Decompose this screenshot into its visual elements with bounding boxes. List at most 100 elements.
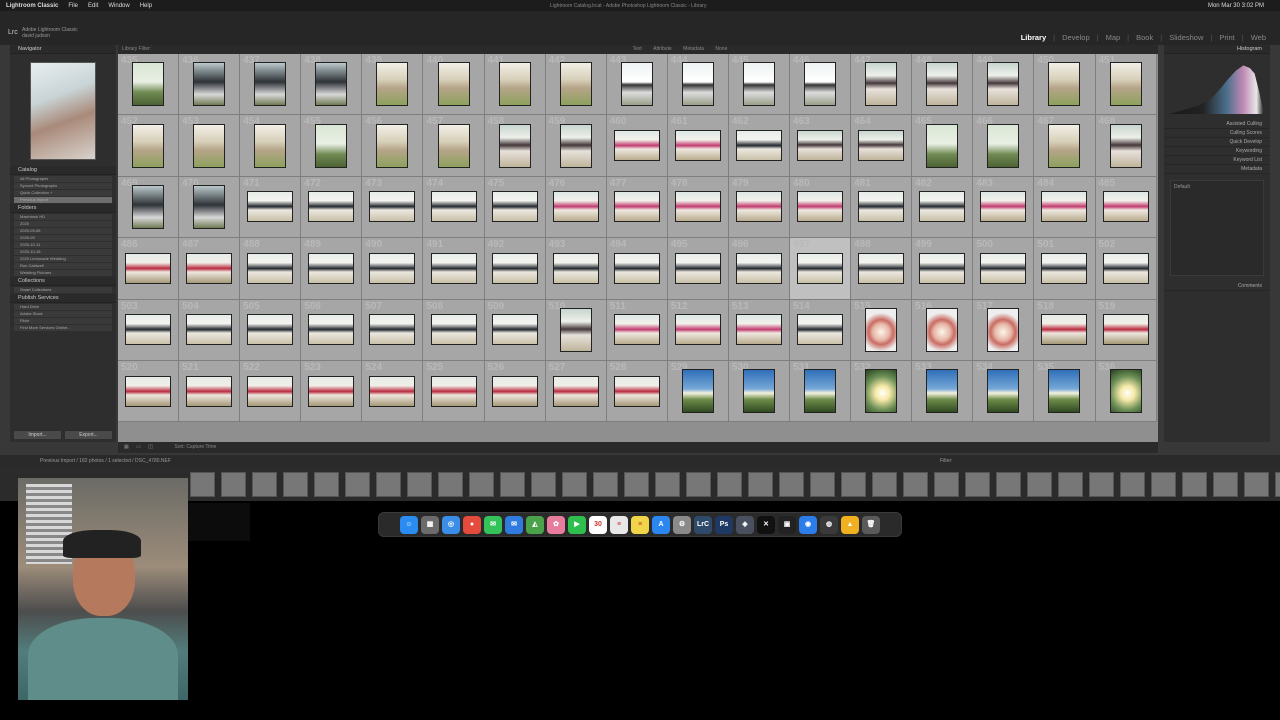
photo-thumbnail[interactable] xyxy=(620,62,653,107)
grid-cell[interactable]: 525 xyxy=(423,360,485,423)
photo-thumbnail[interactable] xyxy=(186,252,233,284)
photo-thumbnail[interactable] xyxy=(430,314,477,346)
photo-thumbnail[interactable] xyxy=(613,314,660,346)
photo-thumbnail[interactable] xyxy=(430,252,477,284)
module-library[interactable]: Library xyxy=(1019,33,1048,42)
photo-thumbnail[interactable] xyxy=(369,191,416,223)
publish-service-item[interactable]: Flickr xyxy=(14,318,112,324)
module-print[interactable]: Print xyxy=(1217,33,1236,42)
photo-thumbnail[interactable] xyxy=(559,62,592,107)
photo-thumbnail[interactable] xyxy=(125,375,172,407)
grid-cell[interactable]: 459 xyxy=(545,115,607,177)
module-map[interactable]: Map xyxy=(1104,33,1123,42)
photo-thumbnail[interactable] xyxy=(1041,314,1088,346)
photo-thumbnail[interactable] xyxy=(315,123,348,168)
grid-cell[interactable]: 484 xyxy=(1034,176,1096,239)
grid-cell[interactable]: 443 xyxy=(606,54,668,116)
publish-services-header[interactable]: Publish Services xyxy=(10,294,116,303)
grid-cell[interactable]: 507 xyxy=(362,299,424,361)
photo-thumbnail[interactable] xyxy=(1048,62,1081,107)
grid-cell[interactable]: 482 xyxy=(912,176,974,239)
photo-thumbnail[interactable] xyxy=(369,314,416,346)
folder-item[interactable]: 2025-09-06 xyxy=(14,228,112,234)
dock-store-icon[interactable]: ▲ xyxy=(841,515,859,534)
grid-cell[interactable]: 518 xyxy=(1034,299,1096,361)
photo-thumbnail[interactable] xyxy=(674,191,721,223)
grid-cell[interactable]: 533 xyxy=(912,360,974,423)
photo-thumbnail[interactable] xyxy=(1102,314,1149,346)
photo-thumbnail[interactable] xyxy=(559,123,592,168)
grid-cell[interactable]: 467 xyxy=(1034,115,1096,177)
photo-thumbnail[interactable] xyxy=(254,123,287,168)
grid-cell[interactable]: 477 xyxy=(606,176,668,239)
grid-cell[interactable]: 494 xyxy=(606,238,668,300)
photo-thumbnail[interactable] xyxy=(430,375,477,407)
grid-cell[interactable]: 528 xyxy=(606,360,668,423)
menubar-help[interactable]: Help xyxy=(140,3,152,9)
photo-thumbnail[interactable] xyxy=(193,184,226,229)
photo-thumbnail[interactable] xyxy=(498,62,531,107)
grid-cell[interactable]: 480 xyxy=(790,176,852,239)
filmstrip-thumbnail[interactable] xyxy=(314,471,339,497)
photo-thumbnail[interactable] xyxy=(858,252,905,284)
grid-cell[interactable]: 473 xyxy=(362,176,424,239)
grid-cell[interactable]: 513 xyxy=(728,299,791,361)
photo-thumbnail[interactable] xyxy=(430,191,477,223)
grid-cell[interactable]: 497 xyxy=(790,238,852,300)
photo-thumbnail[interactable] xyxy=(369,252,416,284)
grid-cell[interactable]: 519 xyxy=(1095,299,1157,361)
photo-thumbnail[interactable] xyxy=(919,252,966,284)
grid-cell[interactable]: 437 xyxy=(240,54,302,116)
grid-cell[interactable]: 517 xyxy=(973,299,1035,361)
photo-thumbnail[interactable] xyxy=(308,191,355,223)
filmstrip-thumbnail[interactable] xyxy=(562,471,587,497)
photo-thumbnail[interactable] xyxy=(308,375,355,407)
menubar-edit[interactable]: Edit xyxy=(88,3,98,9)
grid-cell[interactable]: 454 xyxy=(240,115,302,177)
photo-thumbnail[interactable] xyxy=(247,191,294,223)
metadata-row[interactable]: Metadata xyxy=(1164,165,1270,174)
photo-thumbnail[interactable] xyxy=(987,62,1020,107)
grid-cell[interactable]: 503 xyxy=(118,299,180,361)
grid-cell[interactable]: 449 xyxy=(973,54,1035,116)
grid-cell[interactable]: 535 xyxy=(1034,360,1096,423)
photo-thumbnail[interactable] xyxy=(1102,191,1149,223)
dock-system-settings-icon[interactable]: ⚙ xyxy=(673,515,691,534)
photo-thumbnail[interactable] xyxy=(681,62,714,107)
grid-cell[interactable]: 510 xyxy=(545,299,607,361)
filmstrip-thumbnail[interactable] xyxy=(1120,471,1145,497)
dock-safari-icon[interactable]: ◎ xyxy=(442,515,460,534)
catalog-item[interactable]: All Photographs xyxy=(14,176,112,182)
grid-cell[interactable]: 483 xyxy=(973,176,1035,239)
grid-cell[interactable]: 485 xyxy=(1095,176,1157,239)
grid-cell[interactable]: 495 xyxy=(667,238,729,300)
grid-cell[interactable]: 498 xyxy=(851,238,913,300)
photo-thumbnail[interactable] xyxy=(804,369,837,414)
grid-cell[interactable]: 486 xyxy=(118,238,180,300)
filmstrip-thumbnail[interactable] xyxy=(469,471,494,497)
photo-thumbnail[interactable] xyxy=(125,314,172,346)
filmstrip-thumbnail[interactable] xyxy=(965,471,990,497)
photo-thumbnail[interactable] xyxy=(613,375,660,407)
grid-cell[interactable]: 472 xyxy=(301,176,363,239)
photo-thumbnail[interactable] xyxy=(926,307,959,352)
grid-cell[interactable]: 512 xyxy=(667,299,729,361)
photo-thumbnail[interactable] xyxy=(491,252,538,284)
grid-cell[interactable]: 532 xyxy=(851,360,913,423)
filter-text[interactable]: Text xyxy=(633,46,642,52)
grid-cell[interactable]: 522 xyxy=(240,360,302,423)
grid-cell[interactable]: 501 xyxy=(1034,238,1096,300)
filmstrip-thumbnail[interactable] xyxy=(686,471,711,497)
grid-cell[interactable]: 475 xyxy=(484,176,546,239)
grid-cell[interactable]: 440 xyxy=(423,54,485,116)
photo-thumbnail[interactable] xyxy=(1048,369,1081,414)
photo-thumbnail[interactable] xyxy=(987,369,1020,414)
photo-thumbnail[interactable] xyxy=(186,314,233,346)
keywording-row[interactable]: Keywording xyxy=(1164,147,1270,156)
grid-cell[interactable]: 496 xyxy=(728,238,791,300)
grid-cell[interactable]: 462 xyxy=(728,115,791,177)
filter-attribute[interactable]: Attribute xyxy=(653,46,672,52)
folder-item[interactable]: Ron Caldwell xyxy=(14,263,112,269)
module-slideshow[interactable]: Slideshow xyxy=(1167,33,1205,42)
photo-thumbnail[interactable] xyxy=(987,123,1020,168)
